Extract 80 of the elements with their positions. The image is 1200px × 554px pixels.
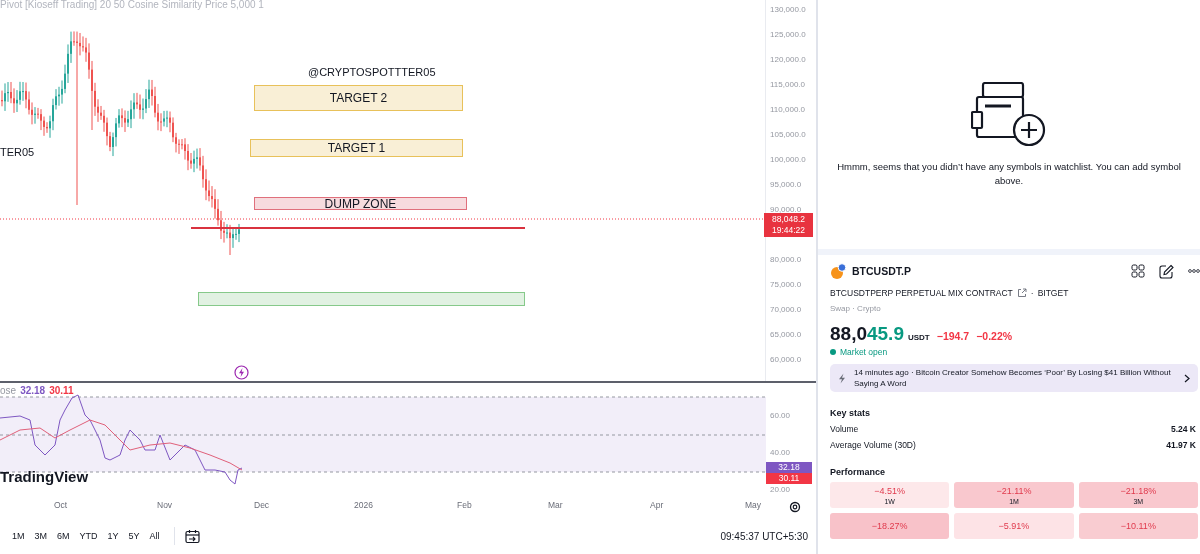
lightning-icon [838,372,846,384]
symbol-category: Swap · Crypto [830,304,882,313]
price-change-percent: −0.22% [976,330,1013,342]
range-button[interactable]: 1Y [103,529,123,543]
indicator-value: 32.18 [20,385,46,396]
market-status: Market open [840,347,888,357]
indicator-value-badge: 32.18 [766,462,812,473]
indicator-value-badge: 30.11 [766,473,812,484]
time-label: Apr [650,500,664,510]
edit-icon[interactable] [1159,263,1174,279]
price-value: 88,048.2 [770,214,807,225]
symbol-description: BTCUSDTPERP PERPETUAL MIX CONTRACT [830,288,1013,298]
range-button[interactable]: 1M [8,529,29,543]
price-change: −194.7 [936,330,970,342]
target-zone: TARGET 2 [254,85,463,111]
stat-value: 5.24 K [1170,424,1196,434]
exchange-name: BITGET [1037,288,1069,298]
chevron-right-icon [1184,373,1190,383]
target-zone: DUMP ZONE [254,197,467,210]
empty-list-icon [971,81,1047,148]
time-label: 2026 [354,500,373,510]
time-label: Mar [548,500,563,510]
watermark-text: TER05 [0,146,35,158]
chart-logo: TradingView [0,468,89,485]
indicator-title: Pivot [Kioseff Trading] 20 50 Cosine Similarity Price 5,000 1 [0,0,264,10]
indicator-axis-label: 40.00 [770,448,791,457]
performance-tile[interactable]: −5.91% [954,513,1074,539]
empty-watchlist-message: Hmmm, seems that you didn’t have any symbols in watchlist. You can add symbol above. [836,159,1182,188]
more-icon[interactable] [1188,269,1200,273]
target-zone: TARGET 1 [250,139,463,157]
range-button[interactable]: YTD [75,529,102,543]
price-label: 95,000.0 [770,180,802,189]
indicator-value: 30.11 [49,385,74,396]
grid-icon[interactable] [1131,264,1145,278]
settings-icon[interactable] [789,501,801,513]
indicator-axis-label: 60.00 [770,411,791,420]
time-label: Dec [254,500,270,510]
stat-label: Average Volume (30D) [830,440,916,450]
price-label: 90,000.0 [770,205,802,214]
range-button[interactable]: All [145,529,164,543]
price-label: 80,000.0 [770,255,802,264]
chart-label: @CRYPTOSPOTTTER05 [308,66,436,78]
price-label: 65,000.0 [770,330,802,339]
symbol-ticker: BTCUSDT.P [852,265,911,277]
time-label: Oct [54,500,68,510]
price-label: 100,000.0 [770,155,806,164]
indicator-axis-label: 20.00 [770,485,791,494]
stat-value: 41.97 K [1166,440,1196,450]
separator-text: · [1030,288,1034,298]
price-label: 70,000.0 [770,305,802,314]
section-title: Performance [830,467,887,477]
indicator-label: ose [0,385,17,396]
currency-label: USDT [907,333,930,342]
stat-label: Volume [830,424,859,434]
status-dot-icon [830,349,836,355]
price-label: 115,000.0 [770,80,805,89]
calendar-icon[interactable] [184,528,201,544]
price-label: 125,000.0 [770,30,806,39]
clock-text: 09:45:37 UTC+5:30 [720,530,808,542]
news-headline: 14 minutes ago · Bitcoin Creator Somehow Becomes ‘Poor’ By Losing $41 Billion Without Saying A Word [854,367,1172,389]
range-button[interactable]: 5Y [124,529,144,543]
price-label: 60,000.0 [770,355,802,364]
news-banner[interactable]: 14 minutes ago · Bitcoin Creator Somehow Becomes ‘Poor’ By Losing $41 Billion Without Saying A Word [830,364,1198,392]
countdown-text: 19:44:22 [770,225,807,236]
range-button[interactable]: 6M [53,529,74,543]
price-label: 105,000.0 [770,130,806,139]
external-link-icon[interactable] [1016,288,1027,298]
time-label: Feb [457,500,472,510]
lightning-icon[interactable] [234,365,249,380]
price-label: 120,000.0 [770,55,806,64]
coin-icon [830,263,846,279]
price-label: 110,000.0 [770,105,805,114]
price-label: 75,000.0 [770,280,802,289]
time-label: Nov [157,500,173,510]
time-label: May [745,500,762,510]
price-label: 130,000.0 [770,5,806,14]
price-value: 45.9 [867,323,904,345]
section-title: Key stats [830,408,872,418]
price-value: 88,0 [830,323,867,345]
range-button[interactable]: 3M [30,529,52,543]
